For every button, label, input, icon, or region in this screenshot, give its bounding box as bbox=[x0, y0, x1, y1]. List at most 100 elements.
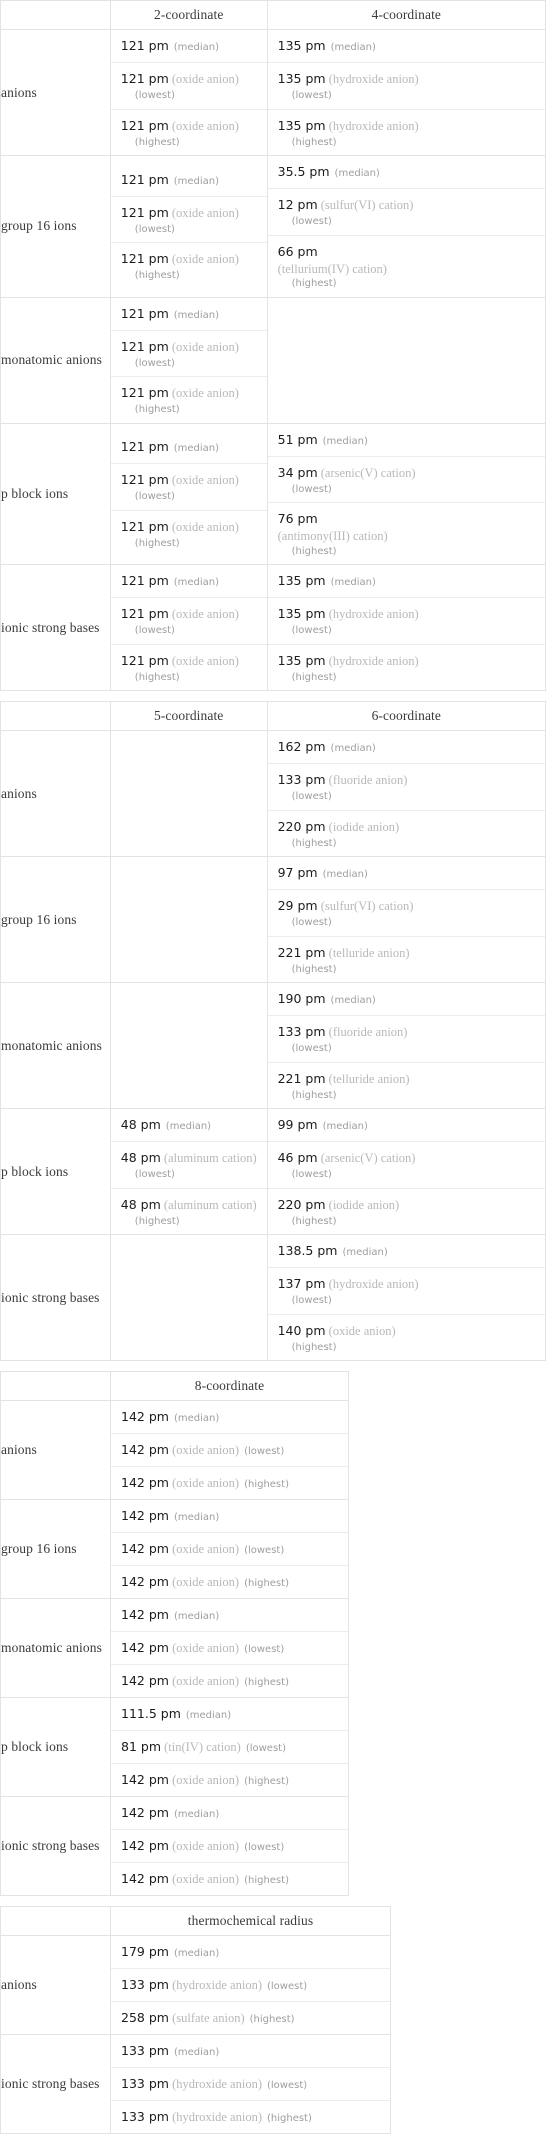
stat-value: 258 pm bbox=[121, 2010, 169, 2026]
stat-cell: 142 pm (median) 142 pm (oxide anion) (lowes… bbox=[110, 1598, 349, 1699]
stat-qualifier: (highest) bbox=[291, 1341, 337, 1353]
stat-entry: 121 pm (oxide anion) (lowest) bbox=[110, 197, 267, 244]
stat-value: 142 pm bbox=[121, 1673, 169, 1689]
stat-cell: 142 pm (median) 142 pm (oxide anion) (lowes… bbox=[110, 1400, 349, 1501]
column-header: 6-coordinate bbox=[266, 701, 546, 732]
stat-qualifier: (median) bbox=[173, 1948, 220, 1960]
stat-qualifier: (median) bbox=[173, 1611, 220, 1623]
stat-entry: 142 pm (median) bbox=[111, 1797, 348, 1831]
stat-entry: 142 pm (median) bbox=[111, 1500, 348, 1534]
stat-entry: 221 pm (telluride anion) (highest) bbox=[268, 937, 545, 983]
stat-species: (hydroxide anion) bbox=[325, 653, 419, 668]
stat-cell: 121 pm (median) 121 pm (oxide anion) (lowes… bbox=[109, 422, 268, 566]
stat-value: 66 pm bbox=[277, 243, 318, 259]
stat-entry: 135 pm (hydroxide anion) (highest) bbox=[268, 645, 545, 691]
stat-qualifier: (median) bbox=[173, 175, 220, 187]
stat-value: 48 pm bbox=[120, 1150, 161, 1166]
stat-value: 48 pm bbox=[120, 1196, 161, 1212]
stat-entry: 81 pm (tin(IV) cation) (lowest) bbox=[111, 1731, 348, 1765]
stat-qualifier: (median) bbox=[165, 1121, 212, 1133]
stat-species: (iodide anion) bbox=[325, 819, 400, 834]
stat-qualifier: (highest) bbox=[134, 136, 180, 148]
stat-qualifier: (median) bbox=[330, 995, 376, 1007]
stat-species: (aluminum cation) bbox=[160, 1197, 257, 1212]
stat-value: 138.5 pm bbox=[277, 1243, 338, 1259]
row-label: p block ions bbox=[0, 422, 111, 566]
table-row: ionic strong bases 138.5 pm (median) 137 pm… bbox=[0, 1234, 546, 1362]
stat-species: (iodide anion) bbox=[325, 1197, 400, 1212]
stat-entry: 220 pm (iodide anion) (highest) bbox=[268, 1189, 545, 1235]
stat-entry: 97 pm (median) bbox=[267, 857, 545, 891]
table-thermochemical-radius: thermochemical radius anions 179 pm (median… bbox=[0, 1906, 391, 2135]
stat-qualifier: (median) bbox=[322, 435, 368, 447]
table-row: ionic strong bases 142 pm (median) 142 pm (… bbox=[0, 1796, 349, 1897]
row-label: anions bbox=[0, 1935, 111, 2036]
stat-entry: 137 pm (hydroxide anion) (lowest) bbox=[267, 1268, 545, 1315]
stat-species: (oxide anion) bbox=[168, 1872, 240, 1887]
stat-qualifier: (median) bbox=[173, 42, 220, 53]
stat-qualifier: (highest) bbox=[291, 278, 337, 290]
stat-value: 133 pm bbox=[121, 1977, 169, 1993]
row-label: monatomic anions bbox=[0, 982, 111, 1110]
stat-entry: 190 pm (median) bbox=[267, 983, 545, 1017]
stat-entry: 121 pm (median) bbox=[110, 565, 267, 599]
stat-species: (oxide anion) bbox=[168, 1443, 240, 1458]
stat-qualifier: (lowest) bbox=[134, 625, 175, 637]
stat-species: (oxide anion) bbox=[168, 1674, 240, 1689]
stat-value: 46 pm bbox=[277, 1150, 318, 1166]
stat-species: (oxide anion) bbox=[168, 252, 239, 267]
stat-value: 121 pm bbox=[120, 204, 169, 220]
stat-value: 142 pm bbox=[121, 1508, 169, 1524]
stat-value: 190 pm bbox=[277, 991, 326, 1007]
stat-entry: 121 pm (oxide anion) (highest) bbox=[111, 511, 267, 557]
stat-species: (hydroxide anion) bbox=[325, 1277, 419, 1292]
stat-value: 142 pm bbox=[121, 1805, 169, 1821]
stat-qualifier: (highest) bbox=[134, 270, 180, 282]
row-label: group 16 ions bbox=[0, 1499, 111, 1600]
stat-entry: 142 pm (oxide anion) (lowest) bbox=[111, 1533, 348, 1567]
stat-entry: 142 pm (median) bbox=[111, 1599, 348, 1633]
stat-entry: 121 pm (median) bbox=[110, 164, 267, 197]
stat-cell: 133 pm (median) 133 pm (hydroxide anion) (l… bbox=[110, 2034, 391, 2135]
stat-cell: 111.5 pm (median) 81 pm (tin(IV) cation) (l… bbox=[110, 1697, 349, 1798]
row-label: anions bbox=[0, 1400, 111, 1501]
stat-species: (oxide anion) bbox=[168, 1641, 240, 1656]
stat-value: 121 pm bbox=[120, 251, 169, 267]
table-row: monatomic anions 142 pm (median) 142 pm (ox… bbox=[0, 1598, 349, 1699]
stat-entry: 48 pm (aluminum cation) (highest) bbox=[111, 1189, 267, 1235]
stat-cell: 121 pm (median) 121 pm (oxide anion) (lowes… bbox=[109, 29, 268, 156]
stat-entry: 142 pm (oxide anion) (lowest) bbox=[111, 1830, 348, 1864]
stat-qualifier: (lowest) bbox=[291, 1043, 332, 1055]
column-header: 2-coordinate bbox=[109, 0, 268, 30]
stat-entry: 138.5 pm (median) bbox=[267, 1235, 545, 1269]
stat-species: (oxide anion) bbox=[168, 386, 239, 401]
stat-value: 135 pm bbox=[277, 38, 326, 53]
stat-value: 142 pm bbox=[121, 1838, 169, 1854]
stat-species: (sulfate anion) bbox=[168, 2011, 245, 2026]
stat-entry: 76 pm (antimony(III) cation) (highest) bbox=[268, 503, 545, 564]
stat-entry: 121 pm (oxide anion) (highest) bbox=[111, 243, 267, 289]
table-row: anions 142 pm (median) 142 pm (oxide anion)… bbox=[0, 1400, 349, 1501]
stat-qualifier: (highest) bbox=[291, 837, 337, 849]
stat-species: (telluride anion) bbox=[325, 945, 410, 960]
stat-entry: 162 pm (median) bbox=[267, 731, 545, 765]
stat-value: 29 pm bbox=[277, 898, 318, 914]
corner-cell bbox=[0, 0, 111, 30]
stat-qualifier: (highest) bbox=[249, 2014, 295, 2026]
stat-entry: 142 pm (oxide anion) (highest) bbox=[111, 1665, 348, 1697]
stat-species: (hydroxide anion) bbox=[325, 118, 419, 133]
stat-entry: 133 pm (median) bbox=[111, 2035, 390, 2069]
stat-value: 76 pm bbox=[277, 511, 318, 527]
row-label: monatomic anions bbox=[0, 1598, 111, 1699]
stat-value: 121 pm bbox=[120, 439, 169, 455]
stat-entry: 34 pm (arsenic(V) cation) (lowest) bbox=[267, 457, 545, 504]
stat-entry: 133 pm (hydroxide anion) (lowest) bbox=[111, 1969, 390, 2003]
stat-entry: 221 pm (telluride anion) (highest) bbox=[268, 1063, 545, 1109]
stat-qualifier: (lowest) bbox=[291, 791, 332, 803]
stat-qualifier: (highest) bbox=[134, 404, 180, 416]
stat-value: 121 pm bbox=[120, 385, 169, 401]
stat-qualifier: (median) bbox=[322, 1121, 368, 1133]
stat-qualifier: (median) bbox=[173, 443, 220, 455]
table-header-row: 5-coordinate 6-coordinate bbox=[0, 701, 546, 732]
stat-species: (oxide anion) bbox=[168, 205, 239, 220]
